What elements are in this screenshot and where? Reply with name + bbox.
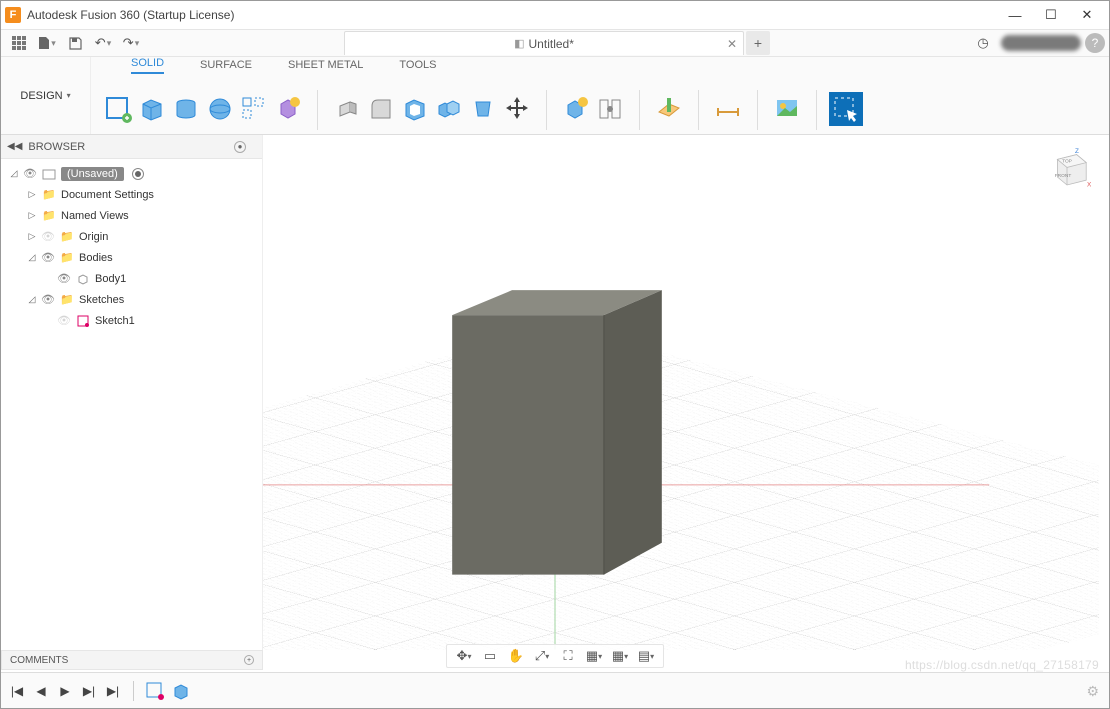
svg-text:Z: Z: [1075, 148, 1079, 155]
tree-bodies[interactable]: ◿👁📁Bodies: [1, 247, 262, 268]
draft-button[interactable]: [466, 92, 500, 126]
construct-plane-button[interactable]: [652, 92, 686, 126]
watermark: https://blog.csdn.net/qq_27158179: [905, 658, 1099, 672]
add-tab-button[interactable]: +: [746, 31, 770, 55]
redo-button[interactable]: ↷▾: [117, 31, 145, 55]
timeline: |◀ ◀ ▶ ▶| ▶|: [1, 672, 1109, 708]
tab-surface[interactable]: SURFACE: [200, 59, 252, 74]
view-cube[interactable]: Z X TOP FRONT: [1043, 145, 1091, 193]
nav-toolbar: ✥▾ ▭ ✋ ⤢▾ ⛶ ▦▾ ▦▾ ▤▾: [446, 644, 664, 668]
viewport-layout-button[interactable]: ▤▾: [635, 646, 657, 666]
svg-text:TOP: TOP: [1062, 159, 1072, 165]
tab-close-button[interactable]: ✕: [727, 37, 737, 51]
tree-document-settings[interactable]: ▷📁Document Settings: [1, 184, 262, 205]
activate-radio[interactable]: [132, 168, 144, 180]
grid-settings-button[interactable]: ▦▾: [609, 646, 631, 666]
derive-button[interactable]: [271, 92, 305, 126]
browser-title: BROWSER: [28, 141, 85, 153]
workspace-label: DESIGN: [20, 90, 62, 102]
tree-body1[interactable]: 👁 Body1: [1, 268, 262, 289]
joint-button[interactable]: [593, 92, 627, 126]
create-sketch-button[interactable]: [101, 92, 135, 126]
document-tab-title: Untitled*: [529, 37, 574, 51]
pattern-button[interactable]: [237, 92, 271, 126]
pan-button[interactable]: ✋: [505, 646, 527, 666]
svg-text:FRONT: FRONT: [1055, 173, 1072, 179]
box-button[interactable]: [135, 92, 169, 126]
window-title: Autodesk Fusion 360 (Startup License): [27, 8, 997, 22]
document-tab[interactable]: ◧ Untitled* ✕: [344, 31, 744, 55]
timeline-extrude-feature[interactable]: [170, 680, 192, 702]
tab-solid[interactable]: SOLID: [131, 57, 164, 74]
timeline-next-button[interactable]: ▶|: [79, 681, 99, 701]
tab-tools[interactable]: TOOLS: [399, 59, 436, 74]
orbit-button[interactable]: ✥▾: [453, 646, 475, 666]
shell-button[interactable]: [398, 92, 432, 126]
job-status-button[interactable]: ◷: [969, 31, 997, 55]
tree-origin[interactable]: ▷👁📁Origin: [1, 226, 262, 247]
cylinder-button[interactable]: [169, 92, 203, 126]
timeline-sketch-feature[interactable]: [144, 680, 166, 702]
sphere-button[interactable]: [203, 92, 237, 126]
timeline-play-button[interactable]: ▶: [55, 681, 75, 701]
select-button[interactable]: [829, 92, 863, 126]
user-badge[interactable]: [1001, 35, 1081, 51]
combine-button[interactable]: [432, 92, 466, 126]
fillet-button[interactable]: [364, 92, 398, 126]
tree-root[interactable]: ◿👁 (Unsaved): [1, 163, 262, 184]
ribbon: DESIGN▾ SOLID SURFACE SHEET METAL TOOLS …: [1, 57, 1109, 135]
fit-button[interactable]: ⛶: [557, 646, 579, 666]
zoom-button[interactable]: ⤢▾: [531, 646, 553, 666]
insert-button[interactable]: [770, 92, 804, 126]
tree-named-views[interactable]: ▷📁Named Views: [1, 205, 262, 226]
new-component-button[interactable]: [559, 92, 593, 126]
comments-add-icon[interactable]: +: [244, 655, 254, 665]
svg-text:X: X: [1087, 182, 1091, 189]
press-pull-button[interactable]: [330, 92, 364, 126]
maximize-button[interactable]: ☐: [1033, 1, 1069, 29]
cube-icon: ◧: [514, 37, 524, 50]
quick-access-bar: ▾ ↶▾ ↷▾ ◧ Untitled* ✕ + ◷ ?: [1, 29, 1109, 57]
comments-panel[interactable]: COMMENTS +: [1, 650, 263, 670]
app-icon: F: [5, 7, 21, 23]
data-panel-button[interactable]: [5, 31, 33, 55]
minimize-button[interactable]: —: [997, 1, 1033, 29]
look-at-button[interactable]: ▭: [479, 646, 501, 666]
timeline-end-button[interactable]: ▶|: [103, 681, 123, 701]
undo-button[interactable]: ↶▾: [89, 31, 117, 55]
save-button[interactable]: [61, 31, 89, 55]
close-button[interactable]: ✕: [1069, 1, 1105, 29]
file-menu-button[interactable]: ▾: [33, 31, 61, 55]
browser-header[interactable]: ◀◀ BROWSER ●: [1, 135, 262, 159]
browser-settings-icon[interactable]: ●: [234, 141, 246, 153]
measure-button[interactable]: [711, 92, 745, 126]
display-settings-button[interactable]: ▦▾: [583, 646, 605, 666]
tree-sketches[interactable]: ◿👁📁Sketches: [1, 289, 262, 310]
timeline-start-button[interactable]: |◀: [7, 681, 27, 701]
body1-geometry: [452, 290, 662, 574]
titlebar: F Autodesk Fusion 360 (Startup License) …: [1, 1, 1109, 29]
move-button[interactable]: [500, 92, 534, 126]
browser-panel: ◀◀ BROWSER ● ◿👁 (Unsaved) ▷📁Document Set…: [1, 135, 263, 650]
timeline-settings-button[interactable]: ⚙: [1086, 683, 1099, 700]
timeline-prev-button[interactable]: ◀: [31, 681, 51, 701]
workspace-switcher[interactable]: DESIGN▾: [1, 57, 91, 134]
tree-sketch1[interactable]: 👁 Sketch1: [1, 310, 262, 331]
tab-sheet-metal[interactable]: SHEET METAL: [288, 59, 363, 74]
help-button[interactable]: ?: [1085, 33, 1105, 53]
